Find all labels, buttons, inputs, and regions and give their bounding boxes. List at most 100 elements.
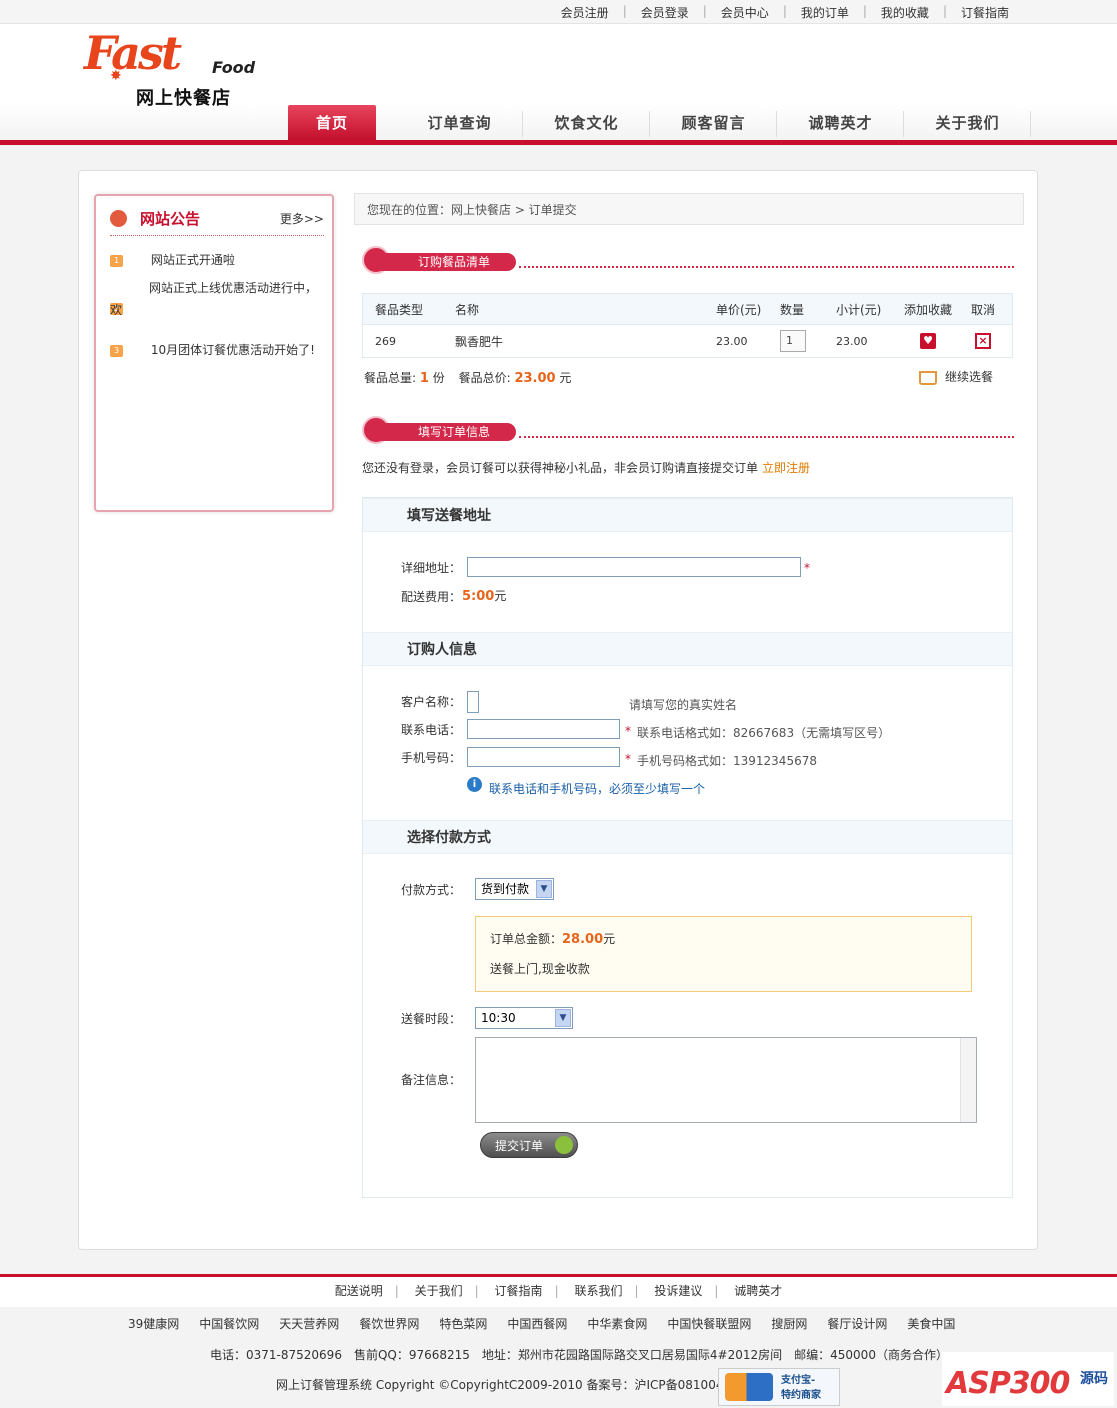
logo-fast: Fast bbox=[84, 26, 182, 80]
cart-summary: 餐品总量: 1 份 餐品总价: 23.00 元 bbox=[364, 369, 571, 386]
login-tip: 您还没有登录，会员订餐可以获得神秘小礼品，非会员订购请直接提交订单 立即注册 bbox=[362, 459, 810, 476]
friend-link[interactable]: 中国餐饮网 bbox=[189, 1315, 269, 1332]
notice-panel: 网站公告 更多>> 1 网站正式开通啦 2 网站正式上线优惠活动进行中， 欢 3… bbox=[94, 194, 334, 512]
phone-input[interactable] bbox=[467, 719, 620, 739]
footer-link[interactable]: 投诉建议 bbox=[642, 1284, 714, 1298]
friend-link[interactable]: 美食中国 bbox=[897, 1315, 965, 1332]
notice-more-link[interactable]: 更多>> bbox=[280, 210, 324, 227]
friend-link[interactable]: 天天营养网 bbox=[269, 1315, 349, 1332]
buyer-section-title: 订购人信息 bbox=[363, 632, 1012, 666]
nav-food-culture[interactable]: 饮食文化 bbox=[523, 105, 650, 141]
logo-star-icon: ✸ bbox=[110, 68, 122, 84]
name-label: 客户名称： bbox=[401, 695, 462, 709]
footer-link[interactable]: 诚聘英才 bbox=[722, 1284, 794, 1298]
section-order-title: 填写订单信息 bbox=[380, 423, 516, 441]
top-link-member-center[interactable]: 会员中心 bbox=[707, 4, 783, 21]
textarea-scrollbar[interactable] bbox=[960, 1038, 976, 1122]
total-count: 1 bbox=[419, 371, 429, 386]
friend-link[interactable]: 中华素食网 bbox=[577, 1315, 657, 1332]
footer-link[interactable]: 联系我们 bbox=[562, 1284, 634, 1298]
nav-home[interactable]: 首页 bbox=[288, 105, 376, 141]
payment-section-title: 选择付款方式 bbox=[363, 820, 1012, 854]
notice-item-text: 网站正式开通啦 bbox=[150, 253, 235, 267]
fee-value: 5:00 bbox=[462, 589, 495, 604]
name-input[interactable] bbox=[467, 691, 479, 713]
col-header: 单价(元) bbox=[716, 302, 762, 317]
friend-links: 39健康网 中国餐饮网 天天营养网 餐饮世界网 特色菜网 中国西餐网 中华素食网… bbox=[118, 1315, 965, 1332]
top-link-my-orders[interactable]: 我的订单 bbox=[787, 4, 863, 21]
order-total-label: 订单总金额： bbox=[490, 932, 563, 946]
nav-guestbook[interactable]: 顾客留言 bbox=[650, 105, 777, 141]
friend-link[interactable]: 39健康网 bbox=[118, 1315, 189, 1332]
friend-link[interactable]: 搜厨网 bbox=[761, 1315, 817, 1332]
section-divider bbox=[519, 266, 1014, 268]
required-mark: * bbox=[625, 724, 631, 738]
friend-link[interactable]: 中国快餐联盟网 bbox=[657, 1315, 761, 1332]
speaker-icon bbox=[110, 210, 127, 227]
footer-link[interactable]: 配送说明 bbox=[323, 1284, 395, 1298]
nav-order-query[interactable]: 订单查询 bbox=[396, 105, 523, 141]
add-favorite-button[interactable]: ♥ bbox=[920, 333, 936, 349]
notice-item[interactable]: 1 网站正式开通啦 bbox=[110, 251, 320, 269]
fee-label: 配送费用： bbox=[401, 590, 462, 604]
chevron-down-icon: ▼ bbox=[536, 880, 552, 898]
logo-food: Food bbox=[212, 58, 256, 77]
quantity-input[interactable]: 1 bbox=[780, 330, 806, 352]
cell-fav: ♥ bbox=[898, 333, 958, 349]
alipay-badge[interactable]: 支付宝- 特约商家 bbox=[718, 1368, 840, 1406]
friend-link[interactable]: 中国西餐网 bbox=[497, 1315, 577, 1332]
notice-num-icon: 3 bbox=[110, 344, 123, 357]
order-total-value: 28.00 bbox=[562, 932, 604, 947]
top-link-login[interactable]: 会员登录 bbox=[627, 4, 703, 21]
friend-link[interactable]: 餐饮世界网 bbox=[349, 1315, 429, 1332]
asp-logo-cn: 源码 bbox=[1080, 1371, 1108, 1387]
notice-num-icon: 1 bbox=[110, 254, 123, 267]
cart-icon bbox=[555, 1136, 573, 1154]
mobile-hint: 手机号码格式如：13912345678 bbox=[637, 754, 817, 768]
footer-link[interactable]: 订餐指南 bbox=[483, 1284, 555, 1298]
alipay-line1: 支付宝- bbox=[781, 1375, 816, 1386]
total-price-unit: 元 bbox=[559, 371, 572, 385]
nav-about[interactable]: 关于我们 bbox=[904, 105, 1031, 141]
payment-method-select[interactable]: 货到付款 ▼ bbox=[475, 878, 554, 900]
friend-link[interactable]: 特色菜网 bbox=[429, 1315, 497, 1332]
register-now-link[interactable]: 立即注册 bbox=[762, 461, 810, 475]
delivery-time-label: 送餐时段： bbox=[401, 1012, 462, 1026]
remove-item-button[interactable]: × bbox=[975, 333, 991, 349]
note-textarea[interactable] bbox=[475, 1037, 977, 1123]
asp-logo-text: ASP300 bbox=[946, 1366, 1070, 1401]
notice-item[interactable]: 3 10月团体订餐优惠活动开始了! bbox=[110, 341, 320, 359]
main-nav: 首页 订单查询 饮食文化 顾客留言 诚聘英才 关于我们 bbox=[288, 105, 1031, 141]
submit-order-button[interactable]: 提交订单 bbox=[480, 1132, 578, 1158]
nav-underline bbox=[0, 140, 1117, 145]
mobile-label: 手机号码： bbox=[401, 751, 462, 765]
nav-careers[interactable]: 诚聘英才 bbox=[777, 105, 904, 141]
footer-contact: 电话：0371-87520696 售前QQ：97668215 地址：郑州市花园路… bbox=[210, 1348, 948, 1362]
asp300-logo: ASP300 源码 bbox=[942, 1352, 1114, 1406]
top-link-order-guide[interactable]: 订餐指南 bbox=[947, 4, 1023, 21]
notice-item[interactable]: 2 网站正式上线优惠活动进行中， 欢 bbox=[110, 281, 320, 317]
site-logo[interactable]: Fast Food 网上快餐店 ✸ bbox=[84, 26, 274, 109]
address-input[interactable] bbox=[467, 557, 801, 577]
address-label: 详细地址： bbox=[401, 561, 462, 575]
continue-label: 继续选餐 bbox=[945, 370, 994, 384]
order-form: 填写送餐地址 详细地址： * 配送费用： 5:00元 订购人信息 客户名称： 请… bbox=[362, 497, 1013, 1198]
top-link-register[interactable]: 会员注册 bbox=[547, 4, 623, 21]
required-mark: * bbox=[625, 752, 631, 766]
delivery-time-select[interactable]: 10:30 ▼ bbox=[475, 1007, 573, 1029]
mobile-input[interactable] bbox=[467, 747, 620, 767]
footer-link[interactable]: 关于我们 bbox=[403, 1284, 475, 1298]
col-header: 添加收藏 bbox=[903, 302, 952, 317]
main-content: 网站公告 更多>> 1 网站正式开通啦 2 网站正式上线优惠活动进行中， 欢 3… bbox=[78, 170, 1038, 1250]
payment-method-label: 付款方式： bbox=[401, 883, 462, 897]
footer-links: 配送说明 | 关于我们 | 订餐指南 | 联系我们 | 投诉建议 | 诚聘英才 bbox=[0, 1277, 1117, 1307]
col-header: 取消 bbox=[970, 302, 995, 317]
order-total-unit: 元 bbox=[603, 932, 616, 946]
friend-link[interactable]: 餐厅设计网 bbox=[817, 1315, 897, 1332]
phone-label: 联系电话： bbox=[401, 723, 462, 737]
top-link-my-favorites[interactable]: 我的收藏 bbox=[867, 4, 943, 21]
total-price-label: 餐品总价: bbox=[458, 371, 511, 385]
cell-price: 23.00 bbox=[716, 334, 748, 348]
logo-cn: 网上快餐店 bbox=[136, 88, 231, 109]
continue-shopping-link[interactable]: 继续选餐 bbox=[919, 368, 993, 385]
